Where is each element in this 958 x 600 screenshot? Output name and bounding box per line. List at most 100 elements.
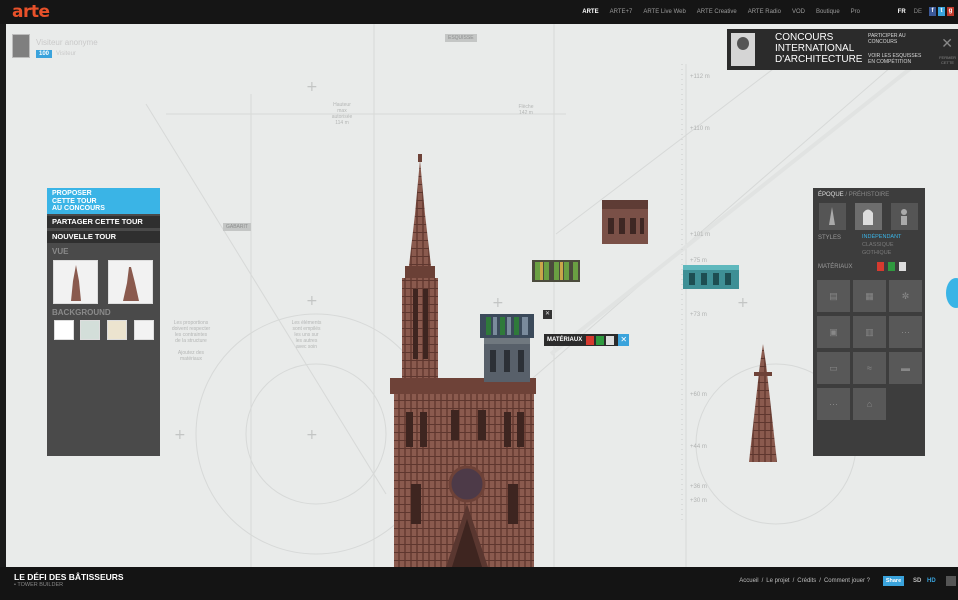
style-classique[interactable]: CLASSIQUE (862, 242, 893, 248)
view-thumbnail-side[interactable] (108, 260, 153, 304)
construction-canvas[interactable]: Visiteur anonyme 100 Visiteur ESQUISSE G… (6, 24, 958, 567)
participate-link[interactable]: PARTICIPER AU CONCOURS (868, 33, 906, 45)
facebook-icon[interactable]: f (929, 7, 936, 16)
category-tower-icon[interactable] (819, 203, 846, 230)
nav-arte-radio[interactable]: ARTE Radio (748, 9, 781, 15)
nav-arte[interactable]: ARTE (582, 9, 598, 15)
propose-tower-button[interactable]: PROPOSER CETTE TOUR AU CONCOURS (47, 188, 160, 214)
ruler-mark: +112 m (690, 74, 710, 80)
footer-link-project[interactable]: Le projet (766, 578, 789, 584)
block-option[interactable]: ⌂ (853, 388, 886, 420)
block-option[interactable]: ▤ (817, 280, 850, 312)
view-thumbnail-front[interactable] (53, 260, 98, 304)
avatar[interactable] (12, 34, 30, 58)
plus-icon: + (306, 293, 318, 309)
arte-logo[interactable]: arte (12, 2, 50, 22)
plus-icon: + (306, 427, 318, 443)
stacked-block-piece[interactable] (480, 314, 534, 382)
view-sketches-link[interactable]: VOIR LES ESQUISSES EN COMPÉTITION (868, 53, 921, 65)
nav-boutique[interactable]: Boutique (816, 9, 840, 15)
materials-label: MATÉRIAUX (818, 264, 853, 270)
nav-arte-creative[interactable]: ARTE Creative (697, 9, 737, 15)
new-tower-button[interactable]: NOUVELLE TOUR (47, 231, 160, 243)
lang-fr[interactable]: FR (898, 9, 906, 15)
footer-link-how-to-play[interactable]: Comment jouer ? (824, 578, 870, 584)
style-gothique[interactable]: GOTHIQUE (862, 250, 891, 256)
lang-de[interactable]: DE (914, 9, 922, 15)
game-subtitle: • TOWER BUILDER (14, 582, 64, 588)
category-gothic-icon[interactable] (855, 203, 882, 230)
nav-arte-live-web[interactable]: ARTE Live Web (643, 9, 685, 15)
building-blocks-panel: ÉPOQUE / PRÉHISTOIRE STYLES INDÉPENDANT … (813, 188, 925, 456)
google-plus-icon[interactable]: g (947, 7, 954, 16)
era-breadcrumb[interactable]: ÉPOQUE / PRÉHISTOIRE (818, 192, 889, 198)
social-links: f t g (929, 7, 954, 16)
footer-separator: / (819, 578, 821, 584)
architect-photo (731, 33, 755, 66)
block-option[interactable]: ▭ (817, 352, 850, 384)
nav-pro[interactable]: Pro (851, 9, 860, 15)
user-name[interactable]: Visiteur anonyme (36, 38, 126, 47)
banner-close-icon[interactable]: ✕ (941, 36, 953, 50)
twitter-icon[interactable]: t (938, 7, 945, 16)
block-option[interactable]: ⋯ (889, 316, 922, 348)
footer-separator: / (792, 578, 795, 584)
teal-glass-piece[interactable] (683, 265, 739, 289)
background-option-sand[interactable] (107, 320, 127, 340)
background-option-light[interactable] (134, 320, 154, 340)
material-swatch-green[interactable] (596, 335, 605, 345)
banner-close-label[interactable]: FERMER CETTE (939, 55, 956, 65)
guide-tag-left: GABARIT (223, 223, 251, 231)
nav-arte-plus7[interactable]: ARTE+7 (610, 9, 633, 15)
ruler-mark: +75 m (690, 258, 707, 264)
nav-vod[interactable]: VOD (792, 9, 805, 15)
ruler-mark: +110 m (690, 126, 710, 132)
material-swatch-red[interactable] (586, 335, 595, 345)
stone-block-piece[interactable] (602, 200, 648, 244)
language-switcher: FR DE (898, 0, 922, 24)
remove-piece-button[interactable]: ✕ (543, 310, 552, 319)
block-option[interactable]: ▥ (853, 316, 886, 348)
user-score-badge: 100 (36, 50, 53, 58)
material-swatch-white[interactable] (899, 262, 906, 271)
block-option[interactable]: ⋯ (817, 388, 850, 420)
plus-icon: + (306, 79, 318, 95)
sd-toggle[interactable]: SD (913, 578, 921, 584)
material-swatch-red[interactable] (877, 262, 884, 271)
style-independant[interactable]: INDÉPENDANT (862, 234, 901, 240)
block-option[interactable]: ▣ (817, 316, 850, 348)
block-option[interactable]: ▬ (889, 352, 922, 384)
guide-note-stacking: Les éléments sont empilés les uns sur le… (291, 320, 322, 350)
footer-link-home[interactable]: Accueil (739, 578, 758, 584)
block-option[interactable]: ≈ (853, 352, 886, 384)
footer-link-credits[interactable]: Crédits (797, 578, 816, 584)
footer-links: Accueil / Le projet / Crédits / Comment … (739, 578, 870, 584)
guide-note-proportions: Les proportions doivent respecter les co… (171, 320, 211, 344)
ruler-mark: +44 m (690, 444, 707, 450)
block-option[interactable]: ▦ (853, 280, 886, 312)
guide-note-height: Hauteur max autorisée 114 m (331, 102, 353, 126)
view-section-label: VUE (52, 247, 69, 256)
guide-note-materials: Ajoutez des matériaux (177, 350, 205, 362)
background-option-white[interactable] (54, 320, 74, 340)
bottom-bar: LE DÉFI DES BÂTISSEURS • TOWER BUILDER A… (0, 567, 958, 600)
guide-note-spire: Flèche 142 m (518, 104, 534, 116)
plus-icon: + (174, 427, 186, 443)
material-swatch-green[interactable] (888, 262, 895, 271)
close-icon[interactable]: ✕ (618, 334, 630, 346)
background-section-label: BACKGROUND (52, 308, 111, 317)
footer-separator: / (761, 578, 764, 584)
block-option[interactable]: ✼ (889, 280, 922, 312)
game-title[interactable]: LE DÉFI DES BÂTISSEURS (14, 572, 124, 582)
share-tower-button[interactable]: PARTAGER CETTE TOUR (47, 216, 160, 228)
fullscreen-icon[interactable] (946, 576, 956, 586)
contest-banner[interactable]: CONCOURS INTERNATIONAL D'ARCHITECTURE PA… (727, 29, 958, 70)
spire-piece[interactable] (746, 344, 780, 462)
green-panel-piece[interactable] (532, 260, 580, 282)
user-status: Visiteur (56, 51, 76, 57)
background-option-mint[interactable] (80, 320, 100, 340)
share-button[interactable]: Share (883, 576, 904, 586)
material-swatch-white[interactable] (606, 335, 615, 345)
hd-toggle[interactable]: HD (927, 578, 936, 584)
category-ornament-icon[interactable] (891, 203, 918, 230)
